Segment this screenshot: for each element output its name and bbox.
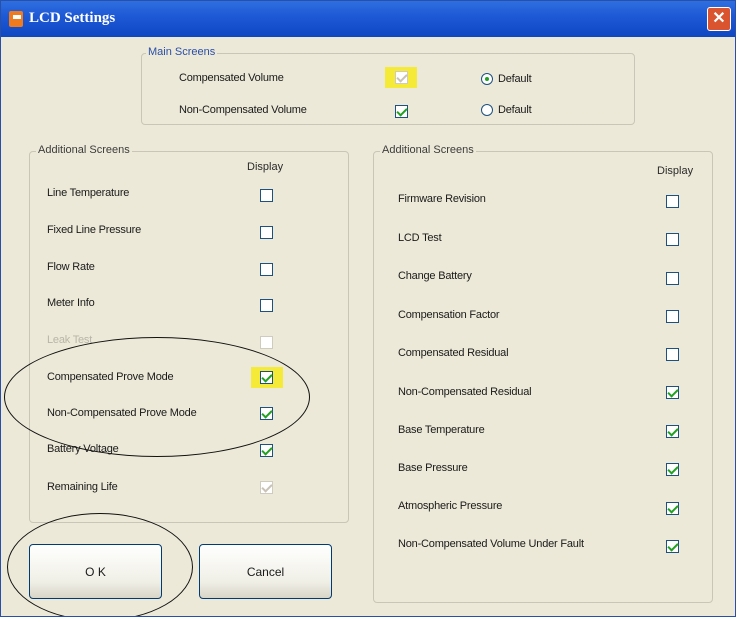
main-row-1-label: Non-Compensated Volume (179, 104, 307, 116)
left-item-label: Fixed Line Pressure (47, 224, 142, 236)
left-item-checkbox[interactable] (260, 189, 273, 202)
additional-screens-left-label: Additional Screens (36, 144, 132, 156)
left-item-label: Battery Voltage (47, 443, 119, 455)
lcd-settings-window: LCD Settings ✕ Main Screens Compensated … (0, 0, 736, 617)
right-item-label: Compensated Residual (398, 347, 509, 359)
right-item-label: Non-Compensated Volume Under Fault (398, 538, 584, 550)
right-item-label: Compensation Factor (398, 309, 500, 321)
left-item-label: Leak Test (47, 334, 93, 346)
left-item-checkbox[interactable] (260, 263, 273, 276)
title-bar[interactable]: LCD Settings ✕ (1, 1, 735, 37)
left-display-header: Display (247, 161, 284, 173)
left-item-checkbox[interactable] (260, 407, 273, 420)
additional-screens-right-group: Additional Screens (373, 144, 713, 603)
right-item-label: Change Battery (398, 270, 472, 282)
app-icon (9, 11, 23, 27)
right-item-checkbox[interactable] (666, 233, 679, 246)
left-item-label: Meter Info (47, 297, 95, 309)
left-item-checkbox[interactable] (260, 444, 273, 457)
right-display-header: Display (657, 165, 694, 177)
left-item-label: Flow Rate (47, 261, 95, 273)
ok-button[interactable]: O K (29, 544, 162, 599)
main-row-0-label: Compensated Volume (179, 72, 284, 84)
right-item-checkbox[interactable] (666, 463, 679, 476)
left-item-checkbox[interactable] (260, 371, 273, 384)
left-item-checkbox[interactable] (260, 226, 273, 239)
main-row-0-radio-label: Default (498, 73, 532, 85)
main-screens-label: Main Screens (146, 46, 218, 58)
left-item-checkbox[interactable] (260, 336, 273, 349)
right-item-checkbox[interactable] (666, 425, 679, 438)
right-item-label: Firmware Revision (398, 193, 486, 205)
right-item-label: Base Temperature (398, 424, 485, 436)
right-item-checkbox[interactable] (666, 348, 679, 361)
right-item-label: Non-Compensated Residual (398, 386, 532, 398)
left-item-label: Non-Compensated Prove Mode (47, 407, 197, 419)
left-item-label: Line Temperature (47, 187, 130, 199)
close-button[interactable]: ✕ (707, 7, 731, 31)
right-item-checkbox[interactable] (666, 540, 679, 553)
main-row-0-radio[interactable] (481, 73, 493, 85)
left-item-label: Remaining Life (47, 481, 118, 493)
right-item-checkbox[interactable] (666, 195, 679, 208)
main-row-1-checkbox[interactable] (395, 105, 408, 118)
main-row-1-radio-label: Default (498, 104, 532, 116)
right-item-checkbox[interactable] (666, 386, 679, 399)
right-item-checkbox[interactable] (666, 502, 679, 515)
left-item-checkbox[interactable] (260, 481, 273, 494)
left-item-label: Compensated Prove Mode (47, 371, 174, 383)
right-item-label: LCD Test (398, 232, 442, 244)
left-item-checkbox[interactable] (260, 299, 273, 312)
cancel-button[interactable]: Cancel (199, 544, 332, 599)
right-item-checkbox[interactable] (666, 310, 679, 323)
right-item-label: Base Pressure (398, 462, 468, 474)
right-item-label: Atmospheric Pressure (398, 500, 503, 512)
additional-screens-right-label: Additional Screens (380, 144, 476, 156)
right-item-checkbox[interactable] (666, 272, 679, 285)
main-row-0-checkbox[interactable] (395, 71, 408, 84)
main-row-1-radio[interactable] (481, 104, 493, 116)
window-title: LCD Settings (29, 10, 116, 26)
